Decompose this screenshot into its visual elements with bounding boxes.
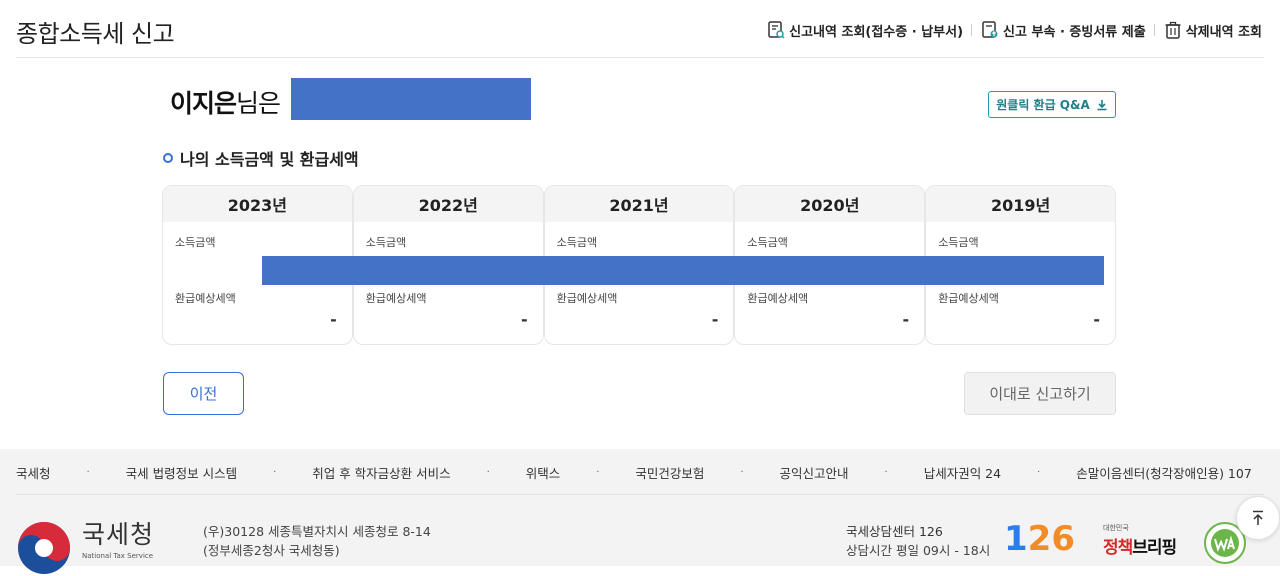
income-label: 소득금액 <box>938 236 979 249</box>
footer-separator: · <box>486 467 490 478</box>
footer-link-health-insurance[interactable]: 국민건강보험 <box>635 463 704 482</box>
deleted-link-label: 삭제내역 조회 <box>1185 24 1262 40</box>
download-icon <box>1097 99 1107 110</box>
scroll-top-button[interactable] <box>1236 496 1280 540</box>
section-title: 나의 소득금액 및 환급세액 <box>163 146 359 170</box>
refund-value: - <box>520 310 528 329</box>
policy-briefing-logo[interactable]: 대한민국 정책브리핑 <box>1103 523 1177 558</box>
nts-logo: 국세청 National Tax Service <box>16 520 154 576</box>
call-center-name: 국세상담센터 126 <box>846 524 943 539</box>
header-divider-line <box>16 57 1264 58</box>
year-label: 2021년 <box>544 186 734 222</box>
address-line2: (정부세종2청사 국세청동) <box>203 543 340 558</box>
refund-value: - <box>711 310 719 329</box>
footer-separator: · <box>86 467 90 478</box>
footer-nav: 국세청 · 국세 법령정보 시스템 · 취업 후 학자금상환 서비스 · 위택스… <box>16 463 1252 482</box>
briefing-text: 브리핑 <box>1132 538 1177 558</box>
footer-link-taxpayer-rights[interactable]: 납세자권익 24 <box>924 463 1001 482</box>
footer-separator: · <box>740 467 744 478</box>
income-label: 소득금액 <box>747 236 788 249</box>
year-label: 2023년 <box>163 186 352 222</box>
header-divider <box>1153 24 1155 36</box>
section-title-text: 나의 소득금액 및 환급세액 <box>180 150 359 169</box>
document-search-icon <box>768 21 785 39</box>
income-label: 소득금액 <box>556 236 598 249</box>
footer-link-nts[interactable]: 국세청 <box>16 463 51 482</box>
attach-link-label: 신고 부속 · 증빙서류 제출 <box>1003 24 1146 40</box>
refund-value: - <box>1093 310 1100 329</box>
address-line1: (우)30128 세종특별자치시 세종청로 8-14 <box>203 524 431 539</box>
logo-126[interactable]: 126 <box>1004 519 1075 559</box>
header-divider <box>971 24 973 36</box>
qa-button-label: 원클릭 환급 Q&A <box>996 98 1090 112</box>
footer-separator: · <box>884 467 888 478</box>
one-click-refund-qa-button[interactable]: 원클릭 환급 Q&A <box>988 91 1116 118</box>
footer-link-whistleblow[interactable]: 공익신고안내 <box>780 463 849 482</box>
scroll-top-icon <box>1253 510 1263 525</box>
footer-separator: · <box>273 467 277 478</box>
page-title: 종합소득세 신고 <box>16 20 175 48</box>
taegeuk-logo-icon <box>18 522 70 574</box>
year-label: 2019년 <box>926 186 1115 222</box>
history-link[interactable]: 신고내역 조회(접수증 · 납부서) <box>766 20 963 40</box>
user-suffix: 님은 <box>236 89 281 118</box>
attach-link[interactable]: 신고 부속 · 증빙서류 제출 <box>980 20 1146 40</box>
footer-separator: · <box>1037 467 1041 478</box>
upload-document-icon <box>982 21 998 38</box>
user-name: 이지은 <box>170 89 237 118</box>
logo-126-text: 126 <box>1004 519 1075 559</box>
income-label: 소득금액 <box>175 236 216 249</box>
top-header: 종합소득세 신고 신고내역 조회(접수증 · 납부서) 신고 부속 · 증빙서류… <box>0 0 1280 58</box>
income-label: 소득금액 <box>365 236 407 249</box>
refund-label: 환급예상세액 <box>175 292 236 305</box>
footer-separator: · <box>596 467 600 478</box>
trash-icon <box>1165 21 1181 39</box>
footer-link-student-loan[interactable]: 취업 후 학자금상환 서비스 <box>312 463 450 482</box>
user-greeting: 이지은님은 <box>170 84 281 120</box>
header-links: 신고내역 조회(접수증 · 납부서) 신고 부속 · 증빙서류 제출 삭제내역 … <box>766 20 1262 40</box>
redacted-block <box>291 78 531 120</box>
nts-name: 국세청 <box>82 520 155 549</box>
submit-as-is-button[interactable]: 이대로 신고하기 <box>964 372 1116 415</box>
call-center: 국세상담센터 126 상담시간 평일 09시 - 18시 <box>846 522 990 560</box>
call-center-hours: 상담시간 평일 09시 - 18시 <box>846 543 991 558</box>
year-label: 2020년 <box>735 186 925 222</box>
footer-divider <box>16 494 1264 495</box>
year-label: 2022년 <box>353 186 543 222</box>
briefing-red: 정책 <box>1103 538 1133 558</box>
deleted-link[interactable]: 삭제내역 조회 <box>1163 20 1262 40</box>
refund-label: 환급예상세액 <box>365 292 427 305</box>
briefing-small: 대한민국 <box>1103 524 1129 532</box>
refund-value: - <box>330 310 337 329</box>
address: (우)30128 세종특별자치시 세종청로 8-14 (정부세종2청사 국세청동… <box>203 522 431 560</box>
refund-value: - <box>902 310 910 329</box>
footer-link-relay-center[interactable]: 손말이음센터(청각장애인용) 107 <box>1076 463 1252 482</box>
nts-sub: National Tax Service <box>82 552 154 560</box>
footer: 국세청 · 국세 법령정보 시스템 · 취업 후 학자금상환 서비스 · 위택스… <box>0 449 1280 574</box>
refund-label: 환급예상세액 <box>747 292 809 305</box>
footer-link-law[interactable]: 국세 법령정보 시스템 <box>126 463 237 482</box>
refund-label: 환급예상세액 <box>556 292 618 305</box>
refund-label: 환급예상세액 <box>938 292 999 305</box>
prev-button[interactable]: 이전 <box>163 372 244 415</box>
redacted-income-block <box>262 256 1104 285</box>
bullet-icon <box>163 153 173 163</box>
footer-link-wetax[interactable]: 위택스 <box>526 463 561 482</box>
history-link-label: 신고내역 조회(접수증 · 납부서) <box>789 24 964 40</box>
